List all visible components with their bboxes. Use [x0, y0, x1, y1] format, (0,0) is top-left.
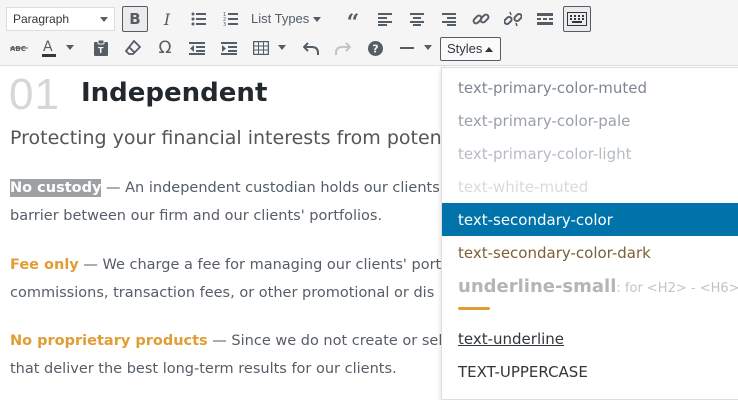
underline-small-label: underline-small [458, 276, 617, 297]
bullet-list-button[interactable] [186, 6, 212, 32]
unlink-icon [504, 11, 522, 27]
svg-text:T: T [98, 46, 104, 55]
styles-dropdown-button[interactable]: Styles [440, 37, 501, 61]
help-icon: ? [367, 40, 383, 56]
redo-icon [335, 42, 351, 55]
paragraph-text: barrier between our firm and our clients… [10, 208, 383, 224]
style-option-text-primary-color-muted[interactable]: text-primary-color-muted [442, 71, 738, 104]
indent-icon [221, 41, 237, 55]
paragraph-lead-selected: No custody [10, 179, 102, 197]
align-center-button[interactable] [404, 6, 430, 32]
align-right-button[interactable] [436, 6, 462, 32]
section-subtitle: Protecting your financial interests from… [10, 127, 450, 149]
bold-icon: B [129, 10, 141, 28]
horizontal-line-button[interactable] [394, 35, 420, 61]
italic-icon: I [163, 9, 171, 29]
unlink-button[interactable] [500, 6, 526, 32]
section-title: Independent [81, 78, 268, 108]
editor-toolbar: Paragraph B I 1 2 3 List Types “ ABC A T… [0, 0, 738, 66]
outdent-button[interactable] [184, 35, 210, 61]
table-icon [253, 41, 269, 55]
svg-text:3: 3 [223, 22, 226, 26]
italic-button[interactable]: I [154, 6, 180, 32]
chevron-up-icon [485, 47, 493, 52]
list-types-dropdown[interactable]: List Types [251, 6, 322, 32]
text-color-icon: A [42, 39, 56, 57]
style-option-text-secondary-color-dark[interactable]: text-secondary-color-dark [442, 236, 738, 269]
chevron-down-icon [313, 17, 322, 23]
numbered-list-icon: 1 2 3 [223, 12, 238, 26]
blockquote-button[interactable]: “ [340, 6, 366, 36]
horizontal-line-icon [400, 47, 414, 49]
link-icon [472, 13, 490, 25]
style-option-text-secondary-color[interactable]: text-secondary-color [442, 203, 738, 236]
clear-formatting-icon [125, 40, 141, 55]
paragraph-lead: No proprietary products [10, 333, 208, 349]
align-center-icon [410, 12, 424, 26]
paragraph-text: commissions, transaction fees, or other … [10, 285, 435, 301]
toolbar-toggle-icon [567, 12, 587, 26]
toolbar-toggle-button[interactable] [563, 6, 591, 32]
styles-label: Styles [447, 41, 483, 56]
read-more-icon [537, 13, 553, 25]
strikethrough-icon: ABC [10, 45, 28, 53]
style-option-underline-small[interactable]: underline-small: for <H2> - <H6> [442, 269, 738, 315]
read-more-button[interactable] [532, 6, 558, 32]
insert-link-button[interactable] [468, 6, 494, 32]
paragraph-lead: Fee only [10, 257, 79, 273]
paragraph-text: — An independent custodian holds our cli… [101, 180, 444, 196]
undo-button[interactable] [298, 35, 324, 61]
clear-formatting-button[interactable] [120, 35, 146, 61]
blockquote-icon: “ [346, 10, 360, 36]
styles-menu: text-primary-color-muted text-primary-co… [441, 67, 738, 400]
paragraph-text: — We charge a fee for managing our clien… [78, 257, 456, 273]
paste-text-icon: T [94, 40, 108, 56]
underline-small-bar [458, 307, 490, 310]
svg-text:ABC: ABC [10, 45, 26, 53]
outdent-icon [189, 41, 205, 55]
bullet-list-icon [191, 12, 206, 26]
chevron-down-icon[interactable] [66, 45, 74, 50]
special-character-icon: Ω [158, 38, 172, 58]
undo-icon [303, 42, 319, 55]
paragraph[interactable]: Fee only — We charge a fee for managing … [10, 251, 470, 307]
list-types-label: List Types [251, 11, 310, 26]
help-button[interactable]: ? [362, 35, 388, 61]
svg-text:A: A [43, 39, 53, 55]
paragraph-text: that deliver the best long-term results … [10, 361, 397, 377]
paste-as-text-button[interactable]: T [88, 35, 114, 61]
special-character-button[interactable]: Ω [152, 35, 178, 61]
section-number: 01 [9, 70, 60, 119]
style-option-text-white-muted[interactable]: text-white-muted [442, 170, 738, 203]
numbered-list-button[interactable]: 1 2 3 [218, 6, 244, 32]
table-button[interactable] [248, 35, 274, 61]
style-option-text-primary-color-light[interactable]: text-primary-color-light [442, 137, 738, 170]
style-option-text-underline[interactable]: text-underline [442, 322, 738, 355]
toolbar-row-2: ABC A T Ω ? Styles [0, 33, 738, 63]
chevron-down-icon [100, 17, 108, 22]
align-right-icon [442, 12, 456, 26]
format-select-value: Paragraph [13, 12, 70, 26]
toolbar-row-1: Paragraph B I 1 2 3 List Types “ [0, 4, 738, 34]
strikethrough-button[interactable]: ABC [6, 35, 32, 61]
align-left-icon [378, 12, 392, 26]
paragraph-text: — Since we do not create or sell p [207, 333, 461, 349]
chevron-down-icon[interactable] [424, 45, 432, 50]
svg-text:?: ? [372, 42, 378, 55]
redo-button[interactable] [330, 35, 356, 61]
bold-button[interactable]: B [122, 6, 148, 32]
style-option-text-uppercase[interactable]: TEXT-UPPERCASE [442, 355, 738, 388]
chevron-down-icon[interactable] [278, 45, 286, 50]
align-left-button[interactable] [372, 6, 398, 32]
text-color-button[interactable]: A [36, 35, 62, 61]
indent-button[interactable] [216, 35, 242, 61]
underline-small-hint: : for <H2> - <H6> [616, 281, 738, 296]
format-select[interactable]: Paragraph [6, 7, 115, 31]
paragraph[interactable]: No proprietary products — Since we do no… [10, 327, 470, 383]
style-option-text-primary-color-pale[interactable]: text-primary-color-pale [442, 104, 738, 137]
paragraph[interactable]: No custody — An independent custodian ho… [10, 174, 470, 230]
